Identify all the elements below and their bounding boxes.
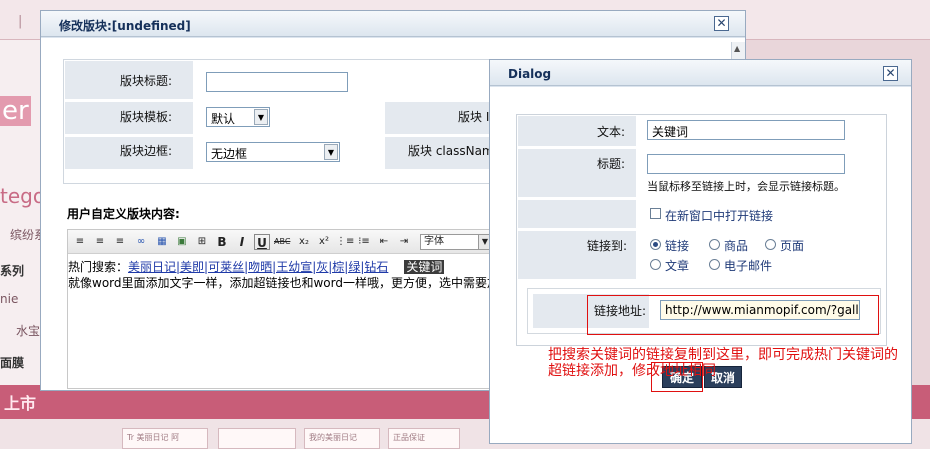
link-type-radio[interactable] <box>650 239 661 250</box>
link-dialog-titlebar: Dialog ✕ <box>490 60 911 86</box>
block-border-label: 版块边框: <box>120 144 173 158</box>
block-settings-form: 版块标题: 版块模板: 默认 ▼ 版块边框: 无边框 ▼ 版块 ID 版块 cl… <box>63 59 504 184</box>
link-to-label: 链接到: <box>587 239 628 253</box>
rich-text-editor: ≡ ≡ ≡ ∞ ▦ ▣ ⊞ B I U ABC x₂ x² ⋮≡ ⁝≡ ⇤ ⇥ … <box>67 229 523 389</box>
underline-icon[interactable]: U <box>254 234 270 250</box>
sidebar-snippet: 面膜 <box>0 356 25 370</box>
editor-toolbar: ≡ ≡ ≡ ∞ ▦ ▣ ⊞ B I U ABC x₂ x² ⋮≡ ⁝≡ ⇤ ⇥ … <box>68 230 506 254</box>
product-thumb[interactable]: 正品保证 <box>388 428 460 449</box>
top-bar-separator: | <box>18 14 23 29</box>
background-sidebar: er tego 缤纷系 系列 nie 水宝 面膜 <box>0 40 46 400</box>
product-thumb[interactable]: 我的美丽日记 <box>304 428 380 449</box>
link-text-label: 文本: <box>597 125 626 139</box>
link-dialog-title: Dialog <box>508 67 552 81</box>
editor-hot-search-line[interactable]: 热门搜索：美丽日记|美即|可莱丝|吻晒|王幼宣|灰|棕|绿|钻石 关键词 <box>68 258 445 275</box>
link-tooltip-hint: 当鼠标移至链接上时，会显示链接标题。 <box>647 180 845 193</box>
indent-icon[interactable]: ⇥ <box>396 234 412 250</box>
custom-content-label: 用户自定义版块内容: <box>67 207 180 221</box>
link-icon[interactable]: ∞ <box>133 234 149 250</box>
product-thumb[interactable]: Tr 美丽日记 阿 <box>122 428 208 449</box>
link-tooltip-input[interactable] <box>647 154 845 174</box>
sidebar-snippet: nie <box>0 292 19 306</box>
font-select[interactable]: 字体 ▼ <box>420 234 492 250</box>
strikethrough-icon[interactable]: ABC <box>274 234 290 250</box>
edit-block-dialog-titlebar: 修改版块:[undefined] ✕ <box>41 11 745 37</box>
superscript-icon[interactable]: x² <box>316 234 332 250</box>
annotation-line: 超链接添加，修改地址相同 <box>548 363 716 379</box>
sidebar-snippet: er <box>0 96 31 126</box>
link-type-label: 电子邮件 <box>724 259 773 273</box>
block-border-select[interactable]: 无边框 ▼ <box>206 142 340 162</box>
insert-icon[interactable]: ⊞ <box>194 234 210 250</box>
address-highlight-box <box>587 295 879 335</box>
ordered-list-icon[interactable]: ⋮≡ <box>336 234 354 250</box>
link-type-label: 文章 <box>665 259 690 273</box>
sidebar-snippet: tego <box>0 184 46 208</box>
italic-icon[interactable]: I <box>234 234 250 250</box>
new-window-label: 在新窗口中打开链接 <box>665 209 774 223</box>
bold-icon[interactable]: B <box>214 234 230 250</box>
chevron-down-icon: ▼ <box>254 109 268 125</box>
link-type-radio[interactable] <box>709 259 720 270</box>
subscript-icon[interactable]: x₂ <box>296 234 312 250</box>
image-icon[interactable]: ▣ <box>174 234 190 250</box>
product-thumb[interactable] <box>218 428 296 449</box>
editor-instruction-line[interactable]: 就像word里面添加文字一样，添加超链接也和word一样哦，更方便，选中需要加链… <box>68 274 523 291</box>
unordered-list-icon[interactable]: ⁝≡ <box>356 234 372 250</box>
block-title-input[interactable] <box>206 72 348 92</box>
block-template-label: 版块模板: <box>120 110 173 124</box>
block-template-select[interactable]: 默认 ▼ <box>206 107 270 127</box>
sidebar-snippet: 水宝 <box>16 324 41 338</box>
edit-block-dialog-title: 修改版块:[undefined] <box>59 19 191 33</box>
hot-search-prefix: 热门搜索： <box>68 260 129 274</box>
block-title-label: 版块标题: <box>120 74 173 88</box>
align-right-icon[interactable]: ≡ <box>112 234 128 250</box>
align-center-icon[interactable]: ≡ <box>92 234 108 250</box>
align-left-icon[interactable]: ≡ <box>72 234 88 250</box>
banner-text: 上市 <box>4 394 37 413</box>
close-icon[interactable]: ✕ <box>883 66 898 81</box>
new-window-checkbox[interactable] <box>650 208 661 219</box>
block-classname-label: 版块 className <box>408 144 502 158</box>
chevron-down-icon: ▼ <box>324 144 338 160</box>
link-type-radio[interactable] <box>765 239 776 250</box>
link-type-radio[interactable] <box>709 239 720 250</box>
link-type-label: 页面 <box>780 239 805 253</box>
annotation-text: 把搜索关键词的链接复制到这里，即可完成热门关键词的 超链接添加，修改地址相同 <box>548 347 898 379</box>
outdent-icon[interactable]: ⇤ <box>376 234 392 250</box>
link-type-radio[interactable] <box>650 259 661 270</box>
sidebar-snippet: 系列 <box>0 264 25 278</box>
block-template-value: 默认 <box>211 112 236 126</box>
link-text-input[interactable]: 关键词 <box>647 120 845 140</box>
close-icon[interactable]: ✕ <box>714 16 729 31</box>
hot-search-links[interactable]: 美丽日记|美即|可莱丝|吻晒|王幼宣|灰|棕|绿|钻石 <box>128 260 388 274</box>
link-type-label: 链接 <box>665 239 690 253</box>
link-type-label: 商品 <box>724 239 749 253</box>
selected-keyword[interactable]: 关键词 <box>404 260 445 274</box>
link-tooltip-label: 标题: <box>597 157 626 171</box>
annotation-line: 把搜索关键词的链接复制到这里，即可完成热门关键词的 <box>548 347 898 363</box>
block-border-value: 无边框 <box>211 147 248 161</box>
table-icon[interactable]: ▦ <box>154 234 170 250</box>
font-select-label: 字体 <box>424 236 444 247</box>
